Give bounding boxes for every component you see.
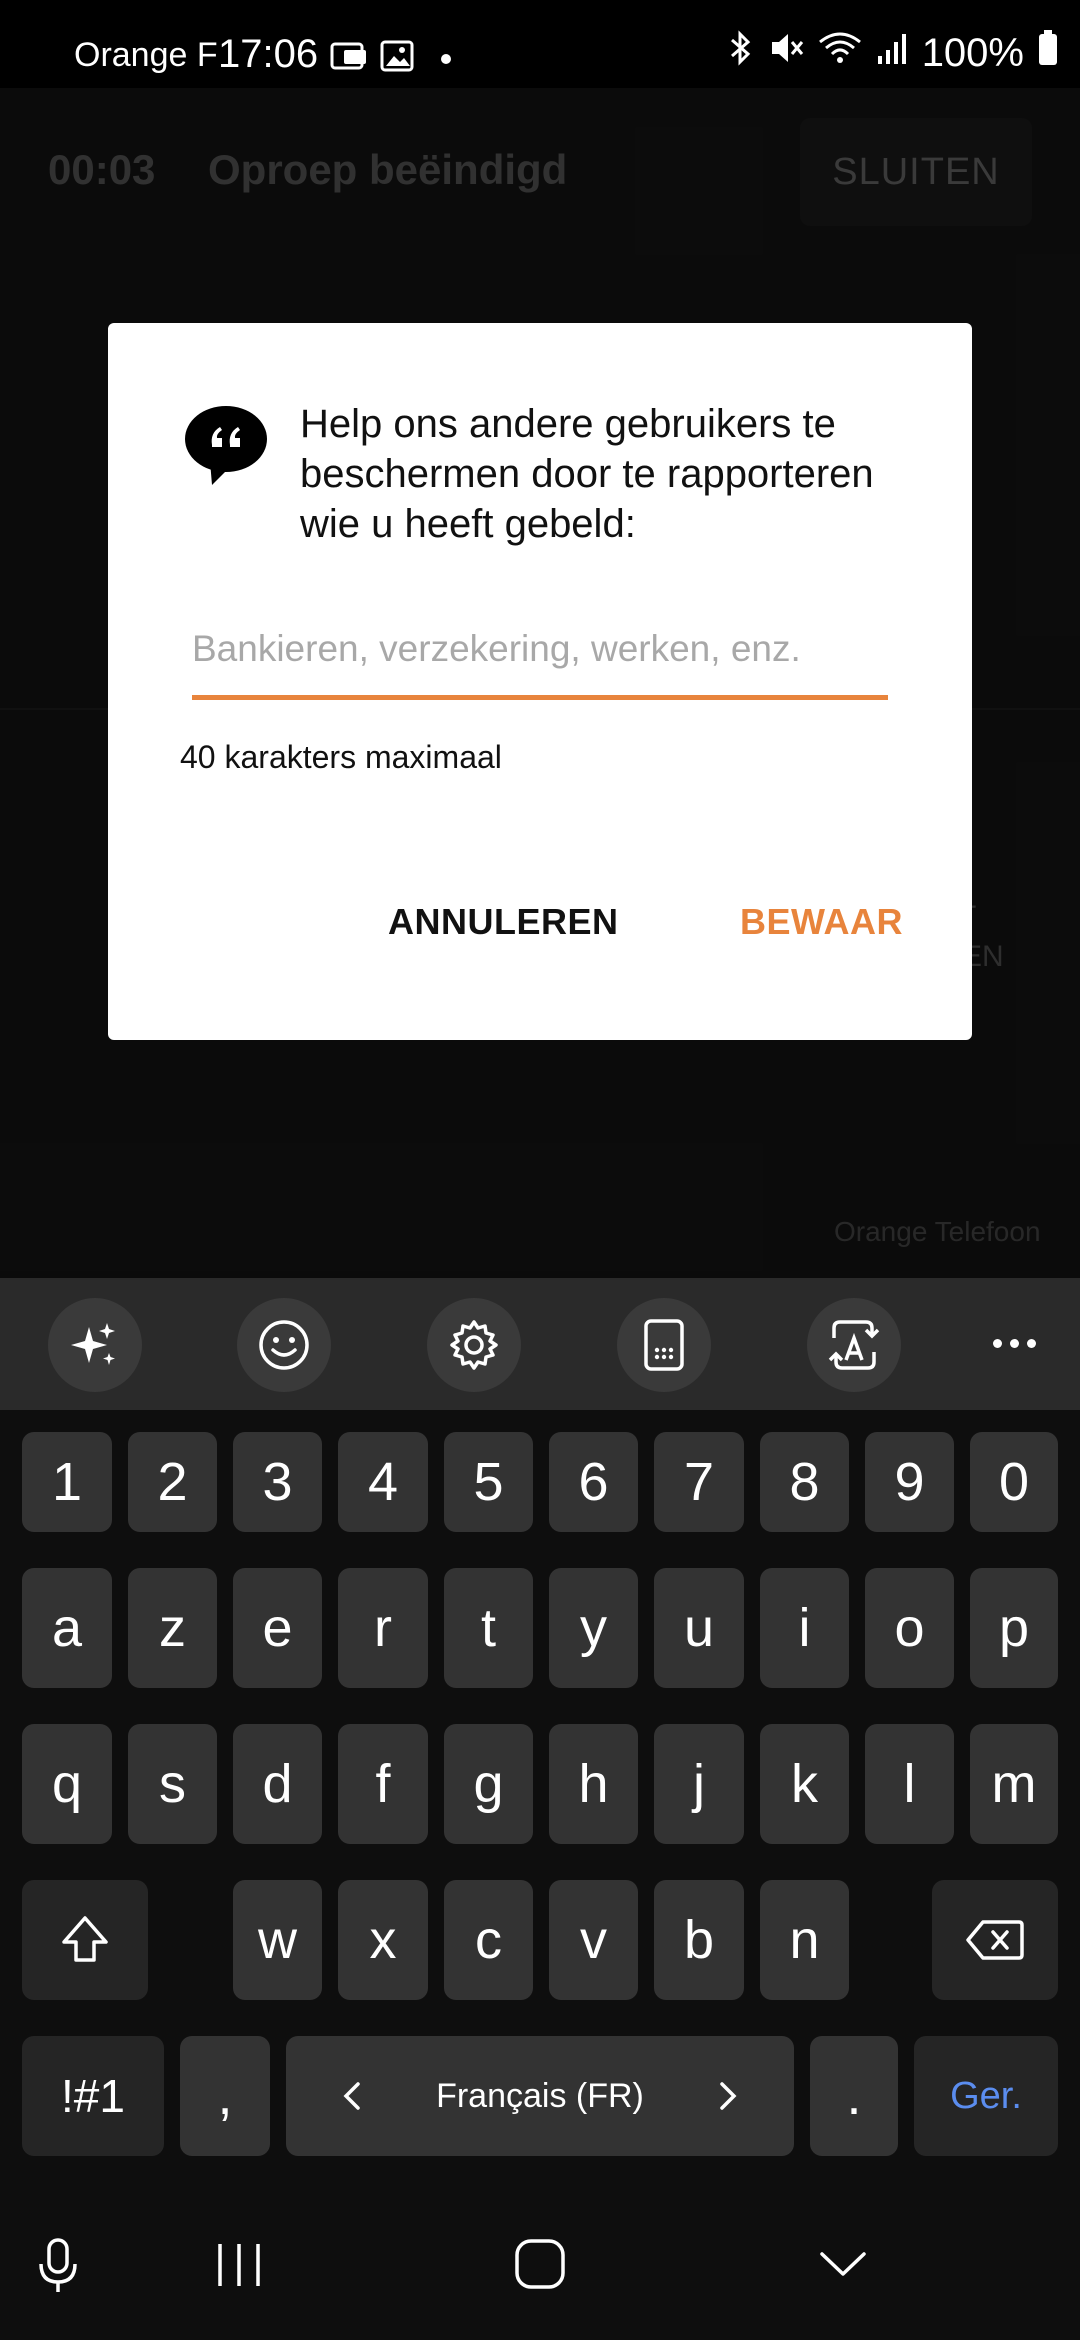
battery-icon: [1038, 30, 1058, 76]
key-5[interactable]: 5: [444, 1432, 533, 1532]
bluetooth-icon: [728, 30, 754, 76]
keyboard-toolbar: [0, 1278, 1080, 1410]
key-z[interactable]: z: [128, 1568, 217, 1688]
more-icon[interactable]: [984, 1318, 1044, 1368]
key-b[interactable]: b: [654, 1880, 744, 2000]
hide-keyboard-chevron-icon[interactable]: [818, 2248, 868, 2285]
key-8[interactable]: 8: [760, 1432, 849, 1532]
cancel-button[interactable]: ANNULEREN: [388, 901, 619, 943]
key-s[interactable]: s: [128, 1724, 217, 1844]
backspace-icon: [966, 1920, 1024, 1960]
emoji-icon[interactable]: [237, 1298, 331, 1392]
key-w[interactable]: w: [233, 1880, 322, 2000]
report-caller-dialog: Help ons andere gebruikers te beschermen…: [108, 323, 972, 1040]
settings-icon[interactable]: [427, 1298, 521, 1392]
key-o[interactable]: o: [865, 1568, 954, 1688]
key-6[interactable]: 6: [549, 1432, 638, 1532]
signal-icon: [876, 31, 908, 76]
period-key[interactable]: .: [810, 2036, 898, 2156]
key-j[interactable]: j: [654, 1724, 744, 1844]
key-u[interactable]: u: [654, 1568, 744, 1688]
wifi-icon: [818, 30, 862, 76]
shift-key[interactable]: [22, 1880, 148, 2000]
gallery-notification-icon: [380, 40, 414, 77]
key-p[interactable]: p: [970, 1568, 1058, 1688]
key-2[interactable]: 2: [128, 1432, 217, 1532]
character-limit-hint: 40 karakters maximaal: [180, 739, 502, 775]
key-v[interactable]: v: [549, 1880, 638, 2000]
keyboard: 1 2 3 4 5 6 7 8 9 0 a z e r t y u i o p …: [0, 1410, 1080, 2210]
key-i[interactable]: i: [760, 1568, 849, 1688]
status-right-cluster: 100%: [728, 30, 1058, 76]
battery-percentage: 100%: [921, 30, 1024, 75]
key-9[interactable]: 9: [865, 1432, 954, 1532]
shift-arrow-icon: [62, 1916, 108, 1962]
microphone-icon[interactable]: [36, 2236, 80, 2301]
key-q[interactable]: q: [22, 1724, 112, 1844]
status-time: 17:06: [218, 32, 319, 76]
voicemail-notification-icon: [330, 40, 370, 77]
key-f[interactable]: f: [338, 1724, 428, 1844]
key-l[interactable]: l: [865, 1724, 954, 1844]
save-button[interactable]: BEWAAR: [740, 901, 903, 943]
keyboard-language: Français (FR): [436, 2076, 644, 2115]
carrier-name: Orange F: [74, 36, 218, 74]
key-r[interactable]: r: [338, 1568, 428, 1688]
key-n[interactable]: n: [760, 1880, 849, 2000]
dialog-message: Help ons andere gebruikers te beschermen…: [300, 402, 874, 546]
key-0[interactable]: 0: [970, 1432, 1058, 1532]
key-a[interactable]: a: [22, 1568, 112, 1688]
navigation-bar: [0, 2210, 1080, 2340]
translate-icon[interactable]: [807, 1298, 901, 1392]
key-k[interactable]: k: [760, 1724, 849, 1844]
caller-category-input[interactable]: [192, 619, 888, 679]
key-t[interactable]: t: [444, 1568, 533, 1688]
input-underline: [192, 695, 888, 700]
home-icon[interactable]: [514, 2238, 566, 2295]
symbols-key[interactable]: !#1: [22, 2036, 164, 2156]
key-y[interactable]: y: [549, 1568, 638, 1688]
chevron-left-icon: [343, 2082, 360, 2110]
recent-apps-icon[interactable]: [214, 2240, 264, 2295]
key-c[interactable]: c: [444, 1880, 533, 2000]
key-e[interactable]: e: [233, 1568, 322, 1688]
quote-bubble-icon: [184, 405, 268, 492]
key-3[interactable]: 3: [233, 1432, 322, 1532]
sparkle-icon[interactable]: [48, 1298, 142, 1392]
key-1[interactable]: 1: [22, 1432, 112, 1532]
key-m[interactable]: m: [970, 1724, 1058, 1844]
status-bar: Orange F 17:06 100%: [0, 0, 1080, 88]
key-d[interactable]: d: [233, 1724, 322, 1844]
keypad-icon[interactable]: [617, 1298, 711, 1392]
more-notifications-dot-icon: [440, 52, 452, 70]
key-4[interactable]: 4: [338, 1432, 428, 1532]
chevron-right-icon: [720, 2082, 737, 2110]
key-h[interactable]: h: [549, 1724, 638, 1844]
key-7[interactable]: 7: [654, 1432, 744, 1532]
comma-key[interactable]: ,: [180, 2036, 270, 2156]
backspace-key[interactable]: [932, 1880, 1058, 2000]
mute-icon: [768, 30, 804, 76]
spacebar[interactable]: Français (FR): [286, 2036, 794, 2156]
key-g[interactable]: g: [444, 1724, 533, 1844]
key-x[interactable]: x: [338, 1880, 428, 2000]
enter-key[interactable]: Ger.: [914, 2036, 1058, 2156]
